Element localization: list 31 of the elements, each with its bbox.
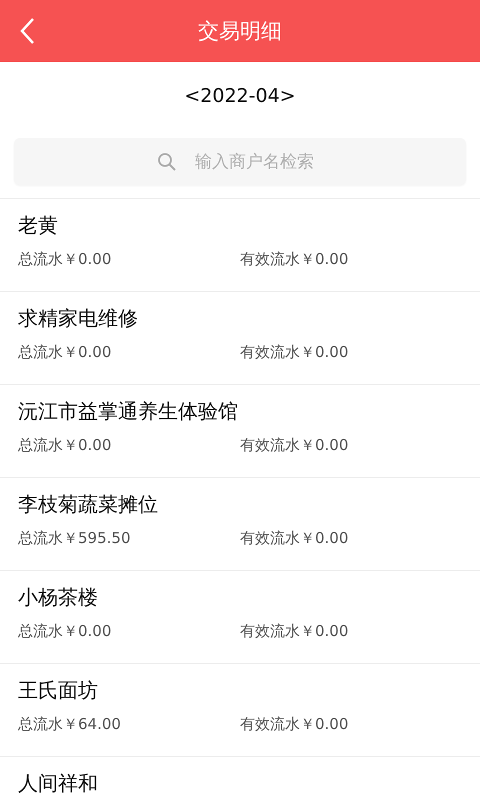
merchant-row[interactable]: 求精家电维修 总流水￥0.00 有效流水￥0.00 [0,292,480,385]
total-flow: 总流水￥0.00 [18,435,112,456]
total-flow: 总流水￥0.00 [18,249,112,270]
merchant-name: 王氏面坊 [18,677,99,704]
search-icon [157,152,177,172]
merchant-row[interactable]: 老黄 总流水￥0.00 有效流水￥0.00 [0,199,480,292]
merchant-row[interactable]: 小杨茶楼 总流水￥0.00 有效流水￥0.00 [0,571,480,664]
merchant-row[interactable]: 沅江市益掌通养生体验馆 总流水￥0.00 有效流水￥0.00 [0,385,480,478]
merchant-name: 人间祥和 [18,770,99,797]
valid-flow: 有效流水￥0.00 [240,249,350,270]
total-flow: 总流水￥0.00 [18,342,112,363]
month-selector[interactable]: <2022-04> [184,83,296,109]
total-flow: 总流水￥595.50 [18,528,132,549]
merchant-row[interactable]: 王氏面坊 总流水￥64.00 有效流水￥0.00 [0,664,480,757]
total-flow: 总流水￥0.00 [18,621,112,642]
valid-flow: 有效流水￥0.00 [240,621,350,642]
page-title: 交易明细 [198,18,282,45]
valid-flow: 有效流水￥0.00 [240,714,350,735]
merchant-row[interactable]: 李枝菊蔬菜摊位 总流水￥595.50 有效流水￥0.00 [0,478,480,571]
merchant-name: 李枝菊蔬菜摊位 [18,491,159,518]
merchant-name: 老黄 [18,212,59,239]
valid-flow: 有效流水￥0.00 [240,435,350,456]
valid-flow: 有效流水￥0.00 [240,342,350,363]
total-flow: 总流水￥64.00 [18,714,122,735]
merchant-name: 小杨茶楼 [18,584,99,611]
search-field[interactable]: 输入商户名检索 [14,138,466,185]
merchant-row[interactable]: 人间祥和 [0,757,480,800]
back-icon [19,17,35,45]
valid-flow: 有效流水￥0.00 [240,528,350,549]
merchant-name: 求精家电维修 [18,305,139,332]
merchant-name: 沅江市益掌通养生体验馆 [18,398,239,425]
